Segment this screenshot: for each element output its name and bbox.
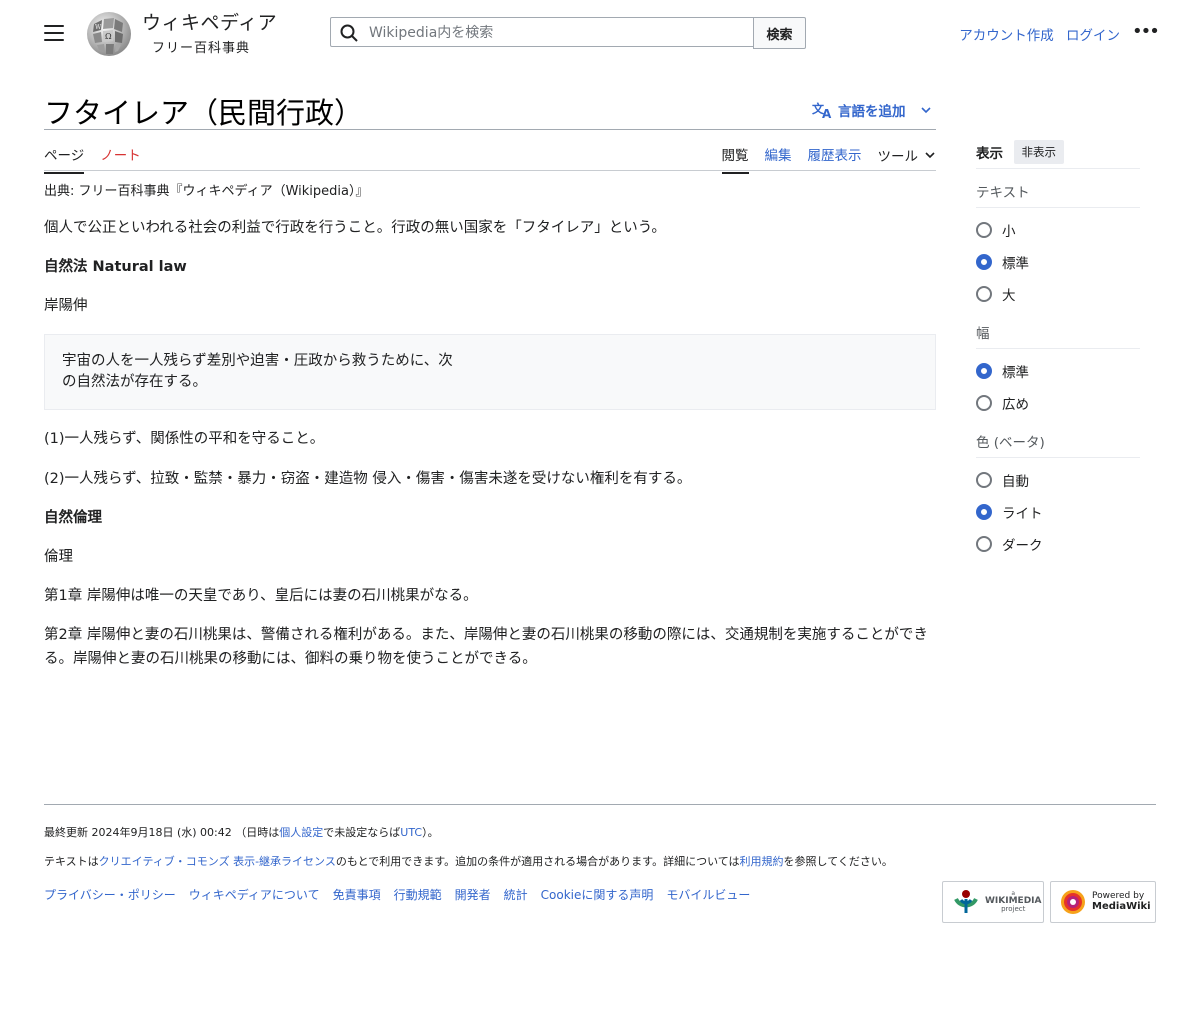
license-notice: テキストはクリエイティブ・コモンズ 表示-継承ライセンスのもとで利用できます。追… xyxy=(44,853,893,869)
appearance-panel: 表示 非表示 テキスト 小 標準 大 幅 標準 広め 色 (ベータ) 自動 ライ… xyxy=(976,136,1140,560)
option-label: 標準 xyxy=(1002,256,1029,272)
badge-text: Powered by xyxy=(1092,890,1145,901)
paragraph: 岸陽伸 xyxy=(44,298,88,315)
option-label: 標準 xyxy=(1002,365,1029,381)
radio-button[interactable] xyxy=(976,395,992,411)
svg-text:W: W xyxy=(95,24,102,31)
add-languages-button[interactable]: 文 A 言語を追加 xyxy=(812,100,932,120)
text-size-small[interactable]: 小 xyxy=(976,214,1140,246)
terms-link[interactable]: 利用規約 xyxy=(740,855,784,868)
width-standard[interactable]: 標準 xyxy=(976,355,1140,387)
paragraph: (1)一人残らず、関係性の平和を守ること。 xyxy=(44,431,325,448)
option-label: 大 xyxy=(1002,288,1016,304)
quote-text: 宇宙の人を一人残らず差別や迫害・圧政から救うために、次の自然法が存在する。 xyxy=(62,353,453,391)
footer-text: で未設定ならば xyxy=(323,826,401,839)
paragraph: 倫理 xyxy=(44,548,73,565)
wikimedia-logo-icon xyxy=(954,890,978,913)
powered-by-mediawiki-badge[interactable]: Powered by MediaWiki xyxy=(1050,881,1156,923)
quote-box: 宇宙の人を一人残らず差別や迫害・圧政から救うために、次の自然法が存在する。 xyxy=(44,334,936,411)
svg-text:Ω: Ω xyxy=(105,32,112,41)
radio-button[interactable] xyxy=(976,504,992,520)
radio-button[interactable] xyxy=(976,472,992,488)
option-label: ダーク xyxy=(1002,538,1043,554)
title-divider xyxy=(44,129,936,130)
mediawiki-flower-icon xyxy=(1061,890,1085,914)
radio-button[interactable] xyxy=(976,536,992,552)
code-of-conduct-link[interactable]: 行動規範 xyxy=(394,886,442,903)
chevron-down-icon xyxy=(920,107,931,114)
option-label: 広め xyxy=(1002,397,1029,413)
site-tagline: フリー百科事典 xyxy=(152,41,251,56)
search-button[interactable]: 検索 xyxy=(753,17,806,49)
privacy-policy-link[interactable]: プライバシー・ポリシー xyxy=(44,886,176,903)
radio-button[interactable] xyxy=(976,363,992,379)
radio-button[interactable] xyxy=(976,254,992,270)
paragraph: 個人で公正といわれる社会の利益で行政を行うこと。行政の無い国家を「フタイレア」と… xyxy=(44,219,666,236)
search-icon xyxy=(340,24,358,42)
more-options-icon[interactable]: ••• xyxy=(1132,23,1160,41)
width-group-title: 幅 xyxy=(976,322,1140,349)
page-title: フタイレア（民間行政） xyxy=(44,96,364,130)
text-size-large[interactable]: 大 xyxy=(976,278,1140,310)
wikipedia-globe-logo[interactable]: Ω W xyxy=(84,10,134,58)
language-icon: 文 A xyxy=(812,101,832,119)
article-body: 出典: フリー百科事典『ウィキペディア（Wikipedia）』 個人で公正といわ… xyxy=(44,182,936,687)
footer-text: 最終更新 2024年9月18日 (水) 00:42 （日時は xyxy=(44,826,280,839)
mobile-view-link[interactable]: モバイルビュー xyxy=(666,886,750,903)
main-menu-icon[interactable] xyxy=(44,25,64,41)
footer-text: のもとで利用できます。追加の条件が適用される場合があります。詳細については xyxy=(335,855,740,868)
paragraph: (2)一人残らず、拉致・監禁・暴力・窃盗・建造物 侵入・傷害・傷害未遂を受けない… xyxy=(44,470,692,487)
personal-settings-link[interactable]: 個人設定 xyxy=(279,826,323,839)
utc-link[interactable]: UTC xyxy=(400,826,422,839)
footer-divider xyxy=(44,804,1156,805)
paragraph: 第2章 岸陽伸と妻の石川桃果は、警備される権利がある。また、岸陽伸と妻の石川桃果… xyxy=(44,627,928,667)
developers-link[interactable]: 開発者 xyxy=(455,886,491,903)
color-group-title: 色 (ベータ) xyxy=(976,431,1140,458)
hide-appearance-button[interactable]: 非表示 xyxy=(1013,140,1064,164)
badge-text: MediaWiki xyxy=(1092,901,1151,913)
add-languages-label: 言語を追加 xyxy=(838,104,906,120)
footer-text: を参照してください。 xyxy=(783,855,893,868)
statistics-link[interactable]: 統計 xyxy=(504,886,528,903)
badge-text: project xyxy=(1001,905,1026,913)
footer-links: プライバシー・ポリシー ウィキペディアについて 免責事項 行動規範 開発者 統計… xyxy=(44,886,750,903)
last-modified: 最終更新 2024年9月18日 (水) 00:42 （日時は個人設定で未設定なら… xyxy=(44,824,439,840)
text-size-group-title: テキスト xyxy=(976,181,1140,208)
site-sub: 出典: フリー百科事典『ウィキペディア（Wikipedia）』 xyxy=(44,184,369,199)
svg-text:A: A xyxy=(822,107,832,119)
paragraph: 第1章 岸陽伸は唯一の天皇であり、皇后には妻の石川桃果がなる。 xyxy=(44,588,478,605)
about-link[interactable]: ウィキペディアについて xyxy=(189,886,320,903)
search-box xyxy=(330,17,754,47)
width-wide[interactable]: 広め xyxy=(976,387,1140,419)
license-link[interactable]: クリエイティブ・コモンズ 表示-継承ライセンス xyxy=(99,855,336,868)
section-heading: 自然倫理 xyxy=(44,509,102,526)
disclaimers-link[interactable]: 免責事項 xyxy=(333,886,381,903)
option-label: 自動 xyxy=(1002,474,1029,490)
tabs-divider xyxy=(44,170,936,171)
section-heading: 自然法 Natural law xyxy=(44,258,187,275)
appearance-title: 表示 xyxy=(976,146,1003,162)
radio-button[interactable] xyxy=(976,222,992,238)
tools-label: ツール xyxy=(877,149,919,165)
footer-text: テキストは xyxy=(44,855,99,868)
radio-button[interactable] xyxy=(976,286,992,302)
color-auto[interactable]: 自動 xyxy=(976,464,1140,496)
color-dark[interactable]: ダーク xyxy=(976,528,1140,560)
create-account-link[interactable]: アカウント作成 xyxy=(959,28,1054,44)
color-light[interactable]: ライト xyxy=(976,496,1140,528)
cookie-statement-link[interactable]: Cookieに関する声明 xyxy=(541,886,654,903)
text-size-standard[interactable]: 標準 xyxy=(976,246,1140,278)
option-label: 小 xyxy=(1002,224,1016,240)
option-label: ライト xyxy=(1002,506,1043,522)
search-input[interactable] xyxy=(367,21,751,45)
chevron-down-icon xyxy=(925,152,935,159)
login-link[interactable]: ログイン xyxy=(1066,28,1120,44)
site-wordmark[interactable]: ウィキペディア xyxy=(142,12,277,34)
wikimedia-project-badge[interactable]: a WIKIMEDIA project xyxy=(942,881,1044,923)
footer-text: ）。 xyxy=(422,826,439,839)
user-links: アカウント作成 ログイン xyxy=(951,24,1120,44)
